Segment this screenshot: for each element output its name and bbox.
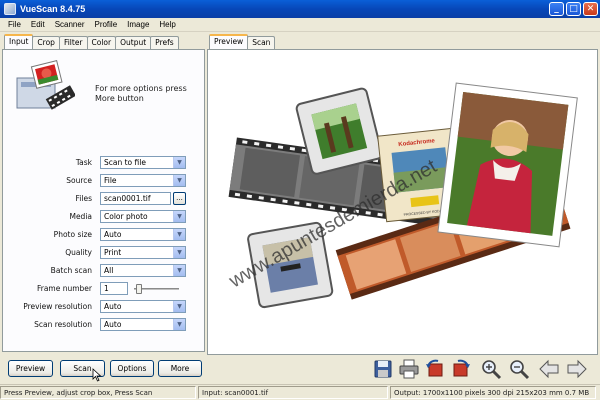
chevron-down-icon[interactable]: ▼ [173, 157, 185, 168]
mouse-cursor-icon [92, 368, 102, 382]
next-icon[interactable] [566, 358, 588, 380]
menu-scanner[interactable]: Scanner [50, 20, 90, 29]
batch-scan-select[interactable]: All ▼ [100, 264, 186, 277]
close-button[interactable]: ✕ [583, 2, 598, 16]
tab-prefs[interactable]: Prefs [150, 36, 179, 49]
chevron-down-icon[interactable]: ▼ [173, 175, 185, 186]
menu-image[interactable]: Image [122, 20, 154, 29]
menu-profile[interactable]: Profile [89, 20, 122, 29]
batch-scan-label: Batch scan [50, 266, 92, 275]
frame-number-slider[interactable] [134, 282, 179, 295]
scanner-photo-icon [16, 60, 75, 110]
task-value: Scan to file [104, 158, 146, 167]
settings-tabs: Input Crop Filter Color Output Prefs [2, 34, 205, 49]
chevron-down-icon[interactable]: ▼ [173, 265, 185, 276]
batch-scan-row: Batch scan All ▼ [3, 263, 206, 278]
media-value: Color photo [104, 212, 148, 221]
source-select[interactable]: File ▼ [100, 174, 186, 187]
chevron-down-icon[interactable]: ▼ [173, 319, 185, 330]
task-select[interactable]: Scan to file ▼ [100, 156, 186, 169]
settings-panel: Input Crop Filter Color Output Prefs For… [2, 34, 205, 354]
status-output: Output: 1700x1100 pixels 300 dpi 215x203… [390, 386, 596, 399]
photo-size-row: Photo size Auto ▼ [3, 227, 206, 242]
input-tab-body: For more options press More button Task … [2, 49, 205, 352]
chevron-down-icon[interactable]: ▼ [173, 301, 185, 312]
quality-select[interactable]: Print ▼ [100, 246, 186, 259]
photo-size-value: Auto [104, 230, 122, 239]
maximize-button[interactable]: □ [566, 2, 581, 16]
task-row: Task Scan to file ▼ [3, 155, 206, 170]
preview-resolution-row: Preview resolution Auto ▼ [3, 299, 206, 314]
tab-crop[interactable]: Crop [32, 36, 60, 49]
girl-photo [437, 82, 578, 248]
frame-number-input[interactable]: 1 [100, 282, 128, 295]
save-icon[interactable] [372, 358, 394, 380]
chevron-down-icon[interactable]: ▼ [173, 211, 185, 222]
zoom-out-icon[interactable] [508, 358, 530, 380]
tab-scan[interactable]: Scan [247, 36, 276, 49]
preview-tabs: Preview Scan [207, 34, 598, 49]
files-input[interactable]: scan0001.tif [100, 192, 171, 205]
preview-resolution-select[interactable]: Auto ▼ [100, 300, 186, 313]
status-hint: Press Preview, adjust crop box, Press Sc… [0, 386, 196, 399]
status-bar: Press Preview, adjust crop box, Press Sc… [0, 384, 600, 400]
window-title: VueScan 8.4.75 [20, 4, 86, 14]
frame-number-label: Frame number [36, 284, 92, 293]
browse-files-button[interactable]: ... [173, 192, 186, 205]
scan-resolution-select[interactable]: Auto ▼ [100, 318, 186, 331]
preview-resolution-value: Auto [104, 302, 122, 311]
menu-bar: File Edit Scanner Profile Image Help [0, 18, 600, 32]
files-label: Files [75, 194, 92, 203]
menu-edit[interactable]: Edit [26, 20, 50, 29]
preview-resolution-label: Preview resolution [23, 302, 92, 311]
preview-panel: Preview Scan Kodachrome PROCESSED BY KOD… [207, 34, 598, 355]
scan-resolution-value: Auto [104, 320, 122, 329]
media-label: Media [69, 212, 92, 221]
media-select[interactable]: Color photo ▼ [100, 210, 186, 223]
scan-resolution-label: Scan resolution [34, 320, 92, 329]
photo-size-select[interactable]: Auto ▼ [100, 228, 186, 241]
scan-resolution-row: Scan resolution Auto ▼ [3, 317, 206, 332]
media-row: Media Color photo ▼ [3, 209, 206, 224]
preview-image: Kodachrome PROCESSED BY KODAK [228, 82, 578, 309]
quality-value: Print [104, 248, 122, 257]
photo-size-label: Photo size [53, 230, 92, 239]
chevron-down-icon[interactable]: ▼ [173, 229, 185, 240]
task-label: Task [75, 158, 92, 167]
slider-thumb[interactable] [136, 284, 142, 294]
zoom-in-icon[interactable] [480, 358, 502, 380]
source-row: Source File ▼ [3, 173, 206, 188]
batch-scan-value: All [104, 266, 114, 275]
menu-file[interactable]: File [3, 20, 26, 29]
rotate-left-icon[interactable] [424, 358, 446, 380]
more-button[interactable]: More [158, 360, 202, 377]
options-button[interactable]: Options [110, 360, 154, 377]
preview-area[interactable]: Kodachrome PROCESSED BY KODAK www.apunte… [207, 49, 598, 355]
source-label: Source [66, 176, 92, 185]
more-options-hint: For more options press More button [95, 84, 187, 103]
vuescan-app-icon [4, 3, 16, 15]
chevron-down-icon[interactable]: ▼ [173, 247, 185, 258]
menu-help[interactable]: Help [154, 20, 180, 29]
source-value: File [104, 176, 117, 185]
title-bar: VueScan 8.4.75 _ □ ✕ [0, 0, 600, 18]
status-input: Input: scan0001.tif [198, 386, 388, 399]
tab-preview[interactable]: Preview [209, 34, 249, 49]
tab-filter[interactable]: Filter [58, 36, 88, 49]
print-icon[interactable] [398, 358, 420, 380]
minimize-button[interactable]: _ [549, 2, 564, 16]
frame-number-row: Frame number 1 [3, 281, 206, 296]
previous-icon[interactable] [538, 358, 560, 380]
tab-color[interactable]: Color [86, 36, 117, 49]
files-row: Files scan0001.tif ... [3, 191, 206, 206]
tab-input[interactable]: Input [4, 34, 34, 49]
quality-row: Quality Print ▼ [3, 245, 206, 260]
quality-label: Quality [65, 248, 92, 257]
tab-output[interactable]: Output [115, 36, 152, 49]
slide-venice [247, 221, 334, 309]
preview-button[interactable]: Preview [8, 360, 53, 377]
rotate-right-icon[interactable] [450, 358, 472, 380]
